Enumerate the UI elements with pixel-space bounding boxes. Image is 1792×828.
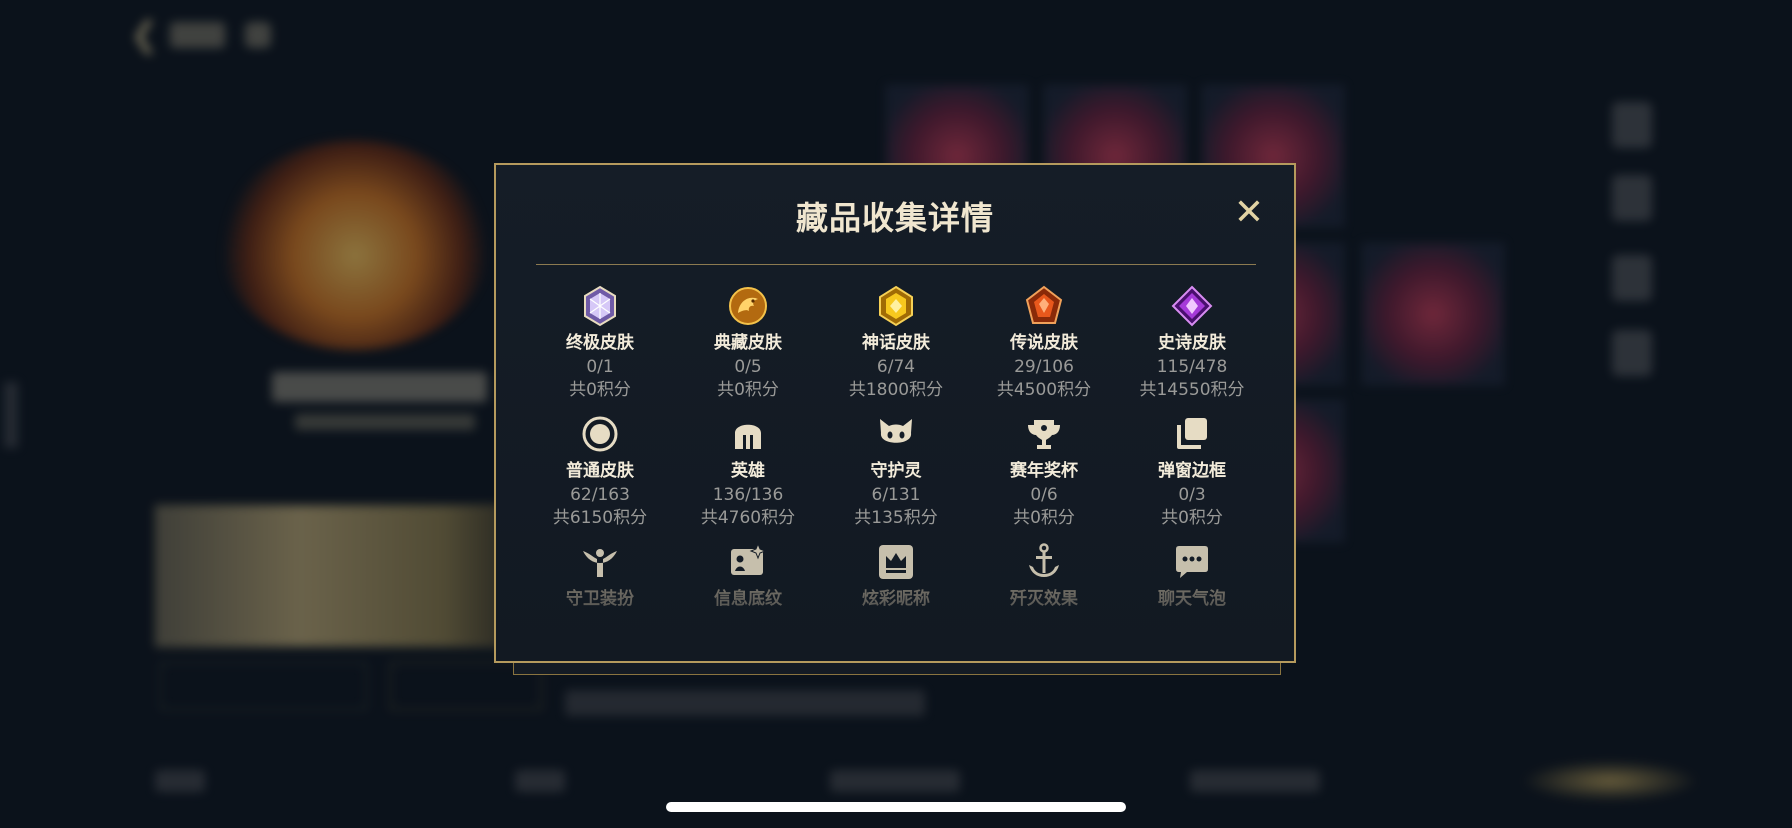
category-grid: 终极皮肤 0/1 共0积分 典藏皮肤 0/5 共0积分 神话皮肤 6/74 共1… [536,285,1256,665]
category-points: 共0积分 [1013,508,1075,528]
player-subtitle [295,414,475,430]
side-nav-icon[interactable] [1612,255,1652,301]
category-label: 信息底纹 [714,589,782,609]
category-label: 典藏皮肤 [714,333,782,353]
profile-banner[interactable] [155,505,517,647]
category-points: 共0积分 [1161,508,1223,528]
rank-emblem [220,140,490,350]
category-row: 守卫装扮 信息底纹 炫彩昵称 歼灭效果 聊天气泡 [536,541,1256,665]
category-count: 29/106 [1014,357,1074,377]
top-bar: ❮ [0,0,1792,70]
category-item[interactable]: 典藏皮肤 0/5 共0积分 [684,285,812,402]
title-divider [536,264,1256,265]
category-item[interactable]: 炫彩昵称 [832,541,960,609]
elimination-effect-icon [1029,543,1059,577]
close-icon[interactable]: ✕ [1231,195,1267,231]
mythic-gem-icon [879,285,913,327]
helmet-icon [735,424,761,449]
ward-skin-icon [583,549,617,577]
background-notice [565,690,925,716]
category-label: 英雄 [731,461,765,481]
bottom-action-button[interactable] [1520,760,1700,802]
category-item[interactable]: 信息底纹 [684,541,812,609]
ultimate-skin-gem-icon [584,285,616,327]
normal-skin-circle-icon [582,416,618,452]
category-count: 0/1 [586,357,614,377]
bottom-tab[interactable] [1190,770,1320,792]
category-points: 共6150积分 [552,508,648,528]
modal-title: 藏品收集详情 [795,199,994,237]
category-count: 0/6 [1030,485,1058,505]
category-label: 聊天气泡 [1158,589,1226,609]
category-count: 0/3 [1178,485,1206,505]
category-item[interactable]: 普通皮肤 62/163 共6150积分 [536,413,664,530]
side-id-text [4,382,18,448]
category-item[interactable]: 英雄 136/136 共4760积分 [684,413,812,530]
category-item[interactable]: 神话皮肤 6/74 共1800积分 [832,285,960,402]
category-label: 炫彩昵称 [862,589,930,609]
background-button-a[interactable] [160,662,367,710]
category-points: 共14550积分 [1139,380,1245,400]
home-indicator[interactable] [666,802,1126,812]
category-points: 共135积分 [854,508,938,528]
category-count: 62/163 [570,485,630,505]
side-nav-icon[interactable] [1612,175,1652,221]
category-label: 传说皮肤 [1010,333,1078,353]
colorful-nickname-icon [879,545,913,579]
side-nav-icon[interactable] [1612,330,1652,376]
popup-frame-icon [1177,418,1207,449]
chat-bubble-icon [1176,546,1208,578]
category-points: 共0积分 [717,380,779,400]
collection-dragon-icon [729,287,767,325]
category-count: 0/5 [734,357,762,377]
back-label[interactable] [170,22,225,48]
bottom-tab[interactable] [830,770,960,792]
back-arrow-icon[interactable]: ❮ [130,18,159,52]
trophy-icon [1028,420,1060,449]
category-label: 守卫装扮 [566,589,634,609]
category-points: 共1800积分 [848,380,944,400]
bottom-tab[interactable] [515,770,565,792]
legendary-gem-icon [1025,285,1063,324]
category-label: 弹窗边框 [1158,461,1226,481]
collection-detail-modal: 藏品收集详情 ✕ 终极皮肤 0/1 共0积分 典藏皮肤 0/5 共0积分 神话皮… [494,163,1296,663]
category-label: 史诗皮肤 [1158,333,1226,353]
category-item[interactable]: 传说皮肤 29/106 共4500积分 [980,285,1108,402]
category-count: 6/74 [876,357,916,377]
category-row: 终极皮肤 0/1 共0积分 典藏皮肤 0/5 共0积分 神话皮肤 6/74 共1… [536,285,1256,415]
epic-gem-icon [1171,285,1213,327]
category-count: 6/131 [871,485,921,505]
category-points: 共4760积分 [700,508,796,528]
category-item[interactable]: 终极皮肤 0/1 共0积分 [536,285,664,402]
guardian-spirit-icon [880,419,912,443]
category-item[interactable]: 赛年奖杯 0/6 共0积分 [980,413,1108,530]
category-item[interactable]: 守卫装扮 [536,541,664,609]
side-nav-icon[interactable] [1612,102,1652,148]
category-points: 共0积分 [569,380,631,400]
category-points: 共4500积分 [996,380,1092,400]
top-menu-icon[interactable] [245,22,271,48]
category-label: 赛年奖杯 [1010,461,1078,481]
category-row: 普通皮肤 62/163 共6150积分 英雄 136/136 共4760积分 守… [536,413,1256,543]
bottom-tab[interactable] [155,770,205,792]
category-label: 终极皮肤 [566,333,634,353]
category-item[interactable]: 歼灭效果 [980,541,1108,609]
category-item[interactable]: 史诗皮肤 115/478 共14550积分 [1128,285,1256,402]
category-label: 守护灵 [870,461,922,481]
category-count: 115/478 [1156,357,1228,377]
player-name [272,372,487,402]
category-label: 神话皮肤 [862,333,930,353]
skin-tile[interactable] [1362,243,1504,385]
category-item[interactable]: 弹窗边框 0/3 共0积分 [1128,413,1256,530]
category-count: 136/136 [712,485,784,505]
category-item[interactable]: 守护灵 6/131 共135积分 [832,413,960,530]
category-label: 普通皮肤 [566,461,634,481]
info-card-icon [731,542,767,575]
category-item[interactable]: 聊天气泡 [1128,541,1256,609]
category-label: 歼灭效果 [1010,589,1078,609]
